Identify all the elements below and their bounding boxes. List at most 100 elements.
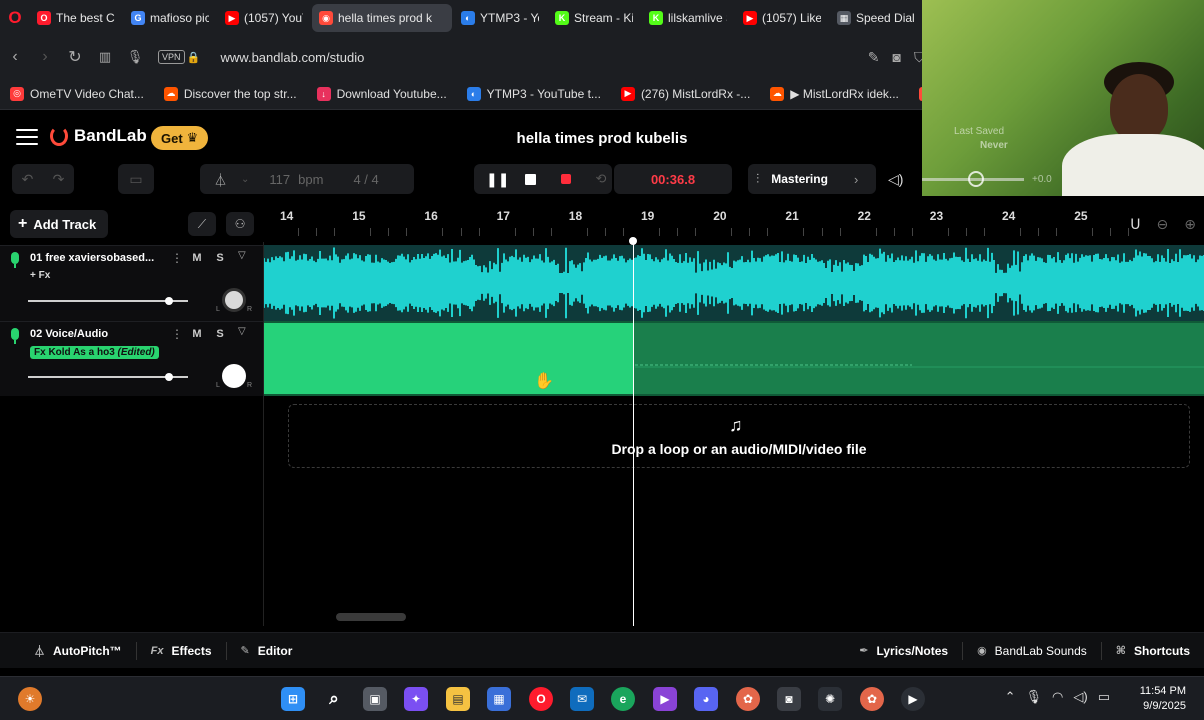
metronome-dropdown-icon[interactable]: ⌄	[241, 174, 249, 185]
mic-tray-icon[interactable]: 🎙	[1026, 689, 1043, 705]
bookmark-item[interactable]: ◐ YTMP3 - YouTube t...	[457, 86, 611, 101]
track-lane-2[interactable]	[264, 321, 1204, 396]
discord-icon[interactable]: ◕	[694, 687, 718, 711]
chevron-up-icon[interactable]: ⌃	[1005, 689, 1016, 705]
url-field[interactable]: www.bandlab.com/studio	[221, 50, 365, 65]
browser-tab[interactable]: O The best Cha	[30, 4, 122, 32]
copilot-icon[interactable]: ✦	[404, 687, 428, 711]
add-fx-button[interactable]: + Fx	[30, 270, 50, 281]
volume-slider-handle[interactable]	[164, 297, 173, 305]
mic-icon[interactable]: 🎙	[120, 49, 150, 65]
browser-tab[interactable]: K Stream - Kick	[548, 4, 640, 32]
autopitch-button[interactable]: ⏃ AutoPitch™	[20, 643, 136, 659]
speaker-icon[interactable]: ◁)	[888, 171, 903, 188]
metronome-icon[interactable]: ⏃	[214, 170, 227, 189]
browser-tab[interactable]: ◉ hella times prod k	[312, 4, 452, 32]
bpm-value[interactable]: 117	[269, 172, 290, 187]
master-volume-knob[interactable]	[968, 171, 984, 187]
horizontal-scrollbar[interactable]	[336, 613, 406, 621]
bookmark-item[interactable]: ▶ (276) MistLordRx -...	[611, 86, 760, 101]
task-view-icon[interactable]: ▣	[363, 687, 387, 711]
bookmark-item[interactable]: ☁ Discover the top str...	[154, 86, 307, 101]
track-options-icon[interactable]: ⋮	[171, 327, 183, 341]
link-icon[interactable]: ⟋	[188, 212, 216, 236]
volume-slider-handle[interactable]	[164, 373, 173, 381]
camera-app-icon[interactable]: ◙	[777, 687, 801, 711]
mute-button[interactable]: M	[188, 326, 206, 342]
back-icon[interactable]: ‹	[0, 48, 30, 66]
clipchamp-icon[interactable]: ▶	[653, 687, 677, 711]
undo-icon[interactable]: ↶	[22, 171, 34, 188]
time-signature[interactable]: 4 / 4	[353, 172, 378, 187]
file-explorer-icon[interactable]: ▤	[446, 687, 470, 711]
battery-icon[interactable]: ▭	[1098, 689, 1110, 705]
track-header-2[interactable]: 02 Voice/Audio ⋮ M S ▽ Fx Kold As a ho3 …	[0, 321, 264, 396]
chevron-down-icon[interactable]: ▽	[238, 326, 246, 337]
pan-knob[interactable]	[222, 364, 246, 388]
bandlab-sounds-button[interactable]: ◉ BandLab Sounds	[963, 644, 1101, 658]
bookmark-item[interactable]: ☁ ▶ MistLordRx idek...	[760, 86, 909, 101]
solo-button[interactable]: S	[211, 250, 229, 266]
redo-icon[interactable]: ↷	[53, 171, 65, 188]
automation-icon[interactable]: ⚇	[226, 212, 254, 236]
stop-icon[interactable]	[525, 173, 537, 185]
track-header-1[interactable]: 01 free xaviersobased... ⋮ M S ▽ + Fx L …	[0, 245, 264, 321]
opera-menu-icon[interactable]: O	[0, 0, 30, 36]
forward-icon[interactable]: ›	[30, 48, 60, 66]
outlook-icon[interactable]: ✉	[570, 687, 594, 711]
track-1-waveform[interactable]	[264, 245, 1204, 321]
loop-icon[interactable]: ⟲	[595, 171, 606, 187]
mute-button[interactable]: M	[188, 250, 206, 266]
effects-button[interactable]: Fx Effects	[137, 644, 226, 658]
browser-tab[interactable]: ▦ Speed Dial	[830, 4, 922, 32]
pause-icon[interactable]: ❚❚	[486, 171, 509, 188]
lyrics-notes-button[interactable]: ✒ Lyrics/Notes	[845, 644, 962, 658]
windows-start-icon[interactable]: ⊞	[281, 687, 305, 711]
clock[interactable]: 11:54 PM 9/9/2025	[1140, 684, 1186, 714]
weather-widget-icon[interactable]: ☀	[18, 687, 42, 711]
solo-button[interactable]: S	[211, 326, 229, 342]
wifi-icon[interactable]: ◠	[1052, 689, 1063, 705]
track-name[interactable]: 02 Voice/Audio	[30, 328, 166, 340]
record-icon[interactable]	[561, 174, 572, 184]
browser-tab[interactable]: ▶ (1057) YouTu	[218, 4, 310, 32]
media-player-icon[interactable]: ▶	[901, 687, 925, 711]
pan-knob[interactable]	[222, 288, 246, 312]
magnet-icon[interactable]: Ս	[1130, 216, 1140, 233]
bookmark-item[interactable]: ◎ OmeTV Video Chat...	[0, 86, 154, 101]
chatgpt-icon[interactable]: ✺	[818, 687, 842, 711]
zoom-out-icon[interactable]: ⊖	[1157, 216, 1169, 233]
add-track-button[interactable]: + Add Track	[10, 210, 109, 238]
opera-taskbar-icon[interactable]: O	[529, 687, 553, 711]
vpn-badge[interactable]: VPN	[158, 50, 185, 64]
record-arm-icon[interactable]	[11, 252, 19, 268]
volume-icon[interactable]: ◁)	[1073, 689, 1087, 705]
record-arm-icon[interactable]	[11, 328, 19, 344]
timeline-ruler[interactable]: Ս ⊖ ⊕ 14 15 16 17 18 19 20 21 22 23 24 25	[264, 206, 1204, 242]
search-icon[interactable]: ⌕	[322, 687, 346, 711]
app-icon[interactable]: ✿	[860, 687, 884, 711]
browser-tab[interactable]: ▶ (1057) Liked	[736, 4, 828, 32]
grid-button[interactable]: ▭	[118, 164, 154, 194]
mastering-button[interactable]: ⫶ Mastering ›	[748, 164, 876, 194]
app-icon[interactable]: ✿	[736, 687, 760, 711]
chevron-down-icon[interactable]: ▽	[238, 250, 246, 261]
editor-button[interactable]: ✎ Editor	[227, 644, 307, 658]
edge-icon[interactable]: e	[611, 687, 635, 711]
bookmark-item[interactable]: ↓ Download Youtube...	[307, 86, 457, 101]
zoom-in-icon[interactable]: ⊕	[1184, 216, 1196, 233]
drop-zone[interactable]: ♫ Drop a loop or an audio/MIDI/video fil…	[288, 404, 1190, 468]
playhead-handle[interactable]	[629, 237, 637, 245]
browser-tab[interactable]: Gmafioso pics	[124, 4, 216, 32]
track-name[interactable]: 01 free xaviersobased...	[30, 252, 166, 264]
reload-icon[interactable]: ↻	[60, 47, 90, 67]
track-fx-preset[interactable]: Fx Kold As a ho3 (Edited)	[30, 346, 159, 359]
track-lane-1[interactable]	[264, 245, 1204, 321]
playhead[interactable]	[633, 240, 634, 626]
split-screen-icon[interactable]: ▥	[90, 49, 120, 65]
microsoft-store-icon[interactable]: ▦	[487, 687, 511, 711]
camera-icon[interactable]: ◙	[893, 49, 901, 65]
shortcuts-button[interactable]: ⌘ Shortcuts	[1102, 644, 1204, 658]
edit-icon[interactable]: ✎	[868, 49, 880, 66]
browser-tab[interactable]: ◐ YTMP3 - You	[454, 4, 546, 32]
